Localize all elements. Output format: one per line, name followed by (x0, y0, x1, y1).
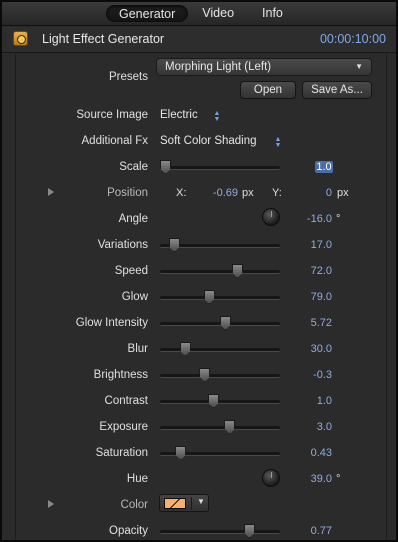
parameter-list: Presets Morphing Light (Left) ▼ Open Sav… (2, 54, 396, 540)
exposure-slider-track[interactable] (160, 426, 280, 430)
contrast-label: Contrast (104, 395, 148, 407)
contrast-slider-thumb[interactable] (207, 394, 219, 408)
generator-icon (13, 31, 28, 46)
blur-slider-thumb[interactable] (179, 342, 191, 356)
exposure-slider-thumb[interactable] (224, 420, 236, 434)
exposure-value[interactable]: 3.0 (272, 421, 332, 433)
scale-slider-track[interactable] (160, 166, 280, 170)
presets-label: Presets (109, 71, 148, 83)
chevron-down-icon[interactable]: ▼ (197, 497, 205, 506)
tab-group: Generator Video Info (106, 5, 297, 22)
glow-slider-thumb[interactable] (203, 290, 215, 304)
brightness-slider-track[interactable] (160, 374, 280, 378)
right-guide-line (386, 54, 387, 540)
color-well-divider (191, 497, 192, 510)
speed-slider-track[interactable] (160, 270, 280, 274)
hue-label: Hue (126, 473, 148, 485)
variations-label: Variations (97, 239, 148, 251)
angle-value[interactable]: -16.0 (272, 213, 332, 225)
position-x-unit: px (242, 187, 254, 199)
tab-info[interactable]: Info (248, 5, 297, 22)
position-label: Position (107, 187, 148, 199)
glow-intensity-value[interactable]: 5.72 (272, 317, 332, 329)
blur-label: Blur (127, 343, 148, 355)
opacity-slider-track[interactable] (160, 530, 280, 534)
additional-fx-value[interactable]: Soft Color Shading (160, 135, 257, 147)
scale-value[interactable]: 1.0 (315, 161, 333, 173)
color-label: Color (120, 499, 148, 511)
brightness-label: Brightness (93, 369, 148, 381)
speed-slider-thumb[interactable] (231, 264, 243, 278)
speed-label: Speed (114, 265, 148, 277)
opacity-label: Opacity (109, 525, 148, 537)
position-y-value[interactable]: 0 (302, 187, 332, 199)
hue-unit: ° (336, 473, 341, 485)
blur-slider-track[interactable] (160, 348, 280, 352)
angle-label: Angle (118, 213, 148, 225)
source-image-value[interactable]: Electric (160, 109, 198, 121)
generator-header: Light Effect Generator 00:00:10:00 (2, 27, 396, 53)
position-y-unit: px (337, 187, 349, 199)
color-well[interactable]: ▼ (159, 494, 209, 512)
glow-slider-track[interactable] (160, 296, 280, 300)
opacity-slider-thumb[interactable] (243, 524, 255, 538)
saturation-slider-thumb[interactable] (175, 446, 187, 460)
contrast-value[interactable]: 1.0 (272, 395, 332, 407)
blur-value[interactable]: 30.0 (272, 343, 332, 355)
additional-fx-label: Additional Fx (81, 135, 148, 147)
opacity-value[interactable]: 0.77 (272, 525, 332, 537)
saturation-label: Saturation (95, 447, 148, 459)
scale-label: Scale (119, 161, 148, 173)
inspector-tab-bar: Generator Video Info (2, 2, 396, 26)
variations-slider-thumb[interactable] (168, 238, 180, 252)
brightness-value[interactable]: -0.3 (272, 369, 332, 381)
angle-unit: ° (336, 213, 341, 225)
scale-slider-thumb[interactable] (160, 160, 171, 174)
contrast-slider-track[interactable] (160, 400, 280, 404)
generator-timecode: 00:00:10:00 (319, 32, 386, 46)
save-as-button[interactable]: Save As... (302, 81, 372, 99)
tab-video[interactable]: Video (188, 5, 248, 22)
tab-generator[interactable]: Generator (106, 5, 189, 22)
saturation-value[interactable]: 0.43 (272, 447, 332, 459)
hue-value[interactable]: 39.0 (272, 473, 332, 485)
position-x-value[interactable]: -0.69 (198, 187, 238, 199)
glow-intensity-label: Glow Intensity (75, 317, 148, 329)
speed-value[interactable]: 72.0 (272, 265, 332, 277)
presets-selected: Morphing Light (Left) (165, 61, 272, 73)
color-swatch[interactable] (164, 498, 186, 509)
chevron-down-icon: ▼ (355, 62, 363, 71)
variations-value[interactable]: 17.0 (272, 239, 332, 251)
open-button[interactable]: Open (240, 81, 296, 99)
up-down-arrows-icon[interactable]: ▲ ▼ (213, 110, 221, 123)
position-x-label: X: (176, 187, 187, 199)
up-down-arrows-icon[interactable]: ▲ ▼ (274, 136, 282, 149)
glow-value[interactable]: 79.0 (272, 291, 332, 303)
inspector-window: Generator Video Info Light Effect Genera… (0, 0, 398, 542)
exposure-label: Exposure (99, 421, 148, 433)
presets-popup[interactable]: Morphing Light (Left) ▼ (156, 58, 372, 76)
source-image-label: Source Image (76, 109, 148, 121)
position-y-label: Y: (272, 187, 282, 199)
glow-intensity-slider-thumb[interactable] (219, 316, 231, 330)
generator-title: Light Effect Generator (42, 32, 165, 46)
glow-label: Glow (121, 291, 148, 303)
brightness-slider-thumb[interactable] (199, 368, 211, 382)
